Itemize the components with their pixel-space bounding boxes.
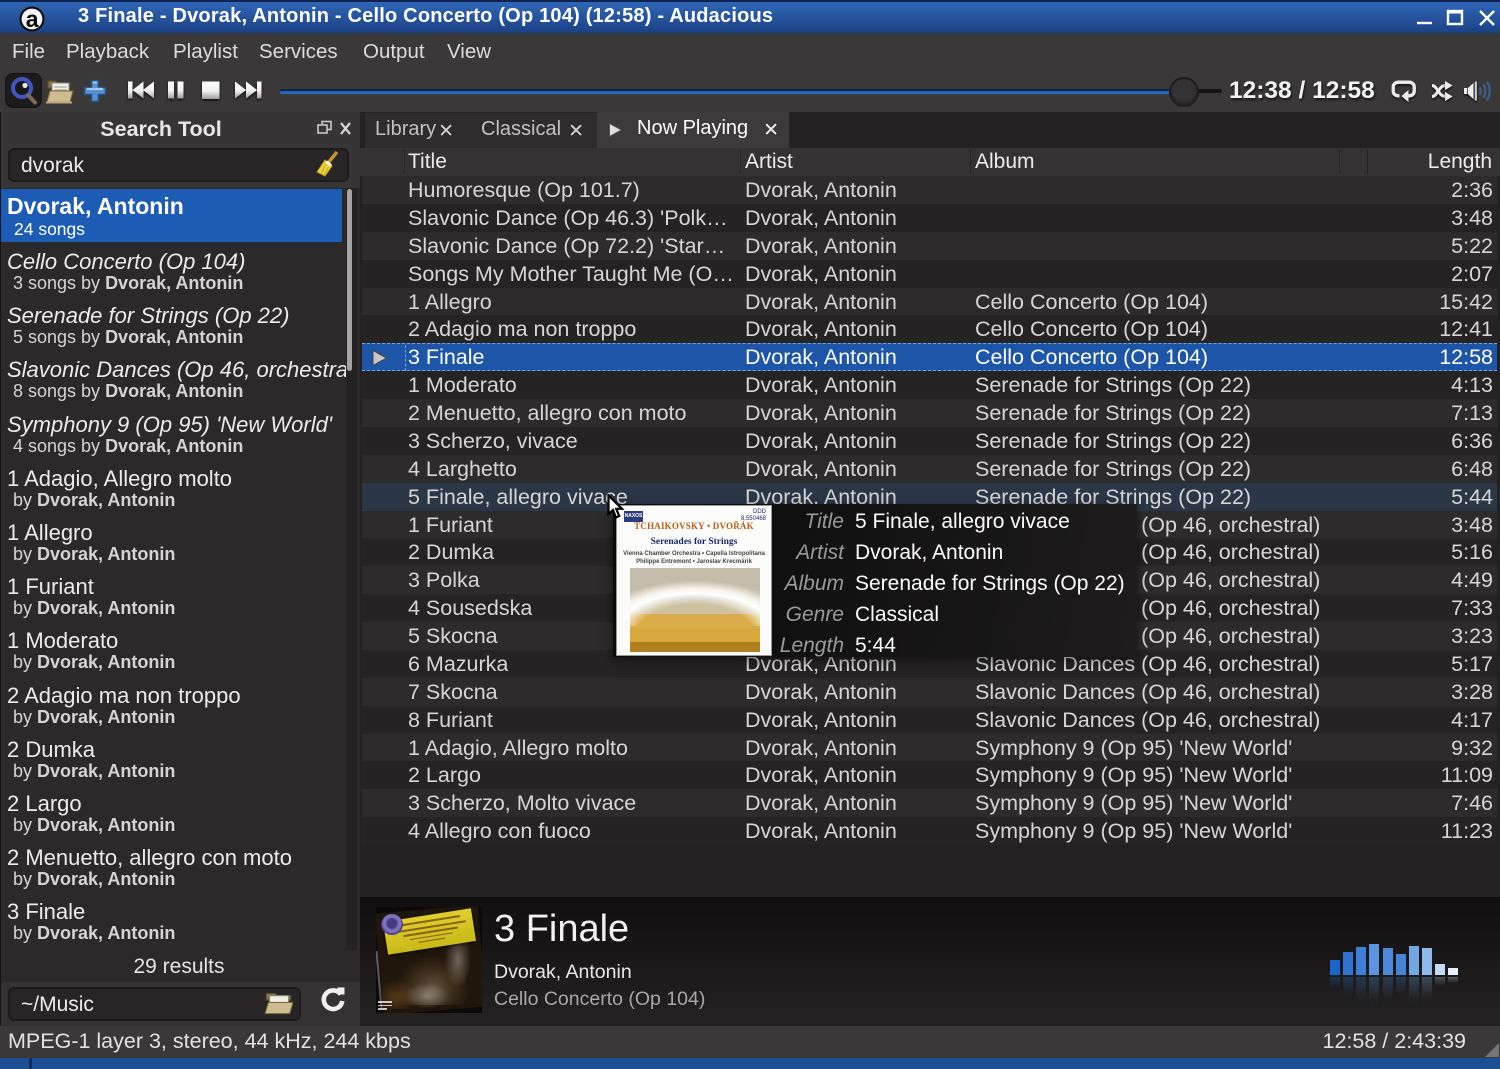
svg-text:a: a <box>26 6 39 32</box>
